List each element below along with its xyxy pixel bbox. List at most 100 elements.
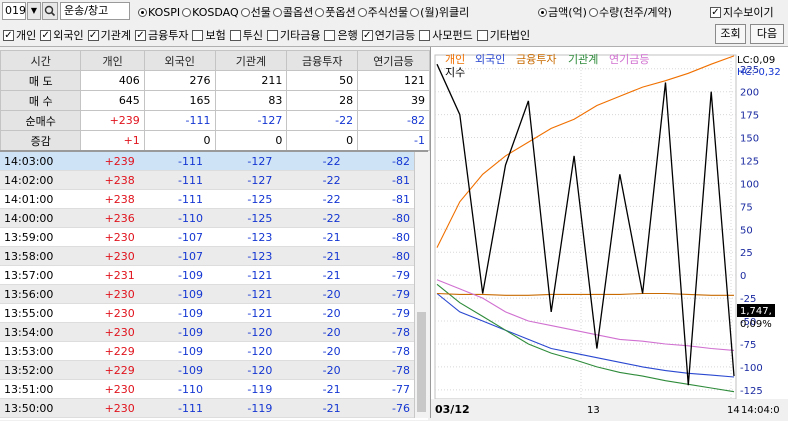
chart-panel[interactable]: 225 200 175 150 125 100 75 50 25 0 -25 -50 -75 -100 -1… [430,47,788,418]
filter-7[interactable]: 은행 [324,29,358,42]
market-radio-0[interactable] [138,8,147,17]
filter-checkbox-3[interactable] [135,30,146,41]
row-time: 13:51:00 [0,379,78,399]
unit-option-0[interactable]: 금액(억) [538,6,587,19]
search-icon [44,5,56,17]
row-value: -80 [344,227,414,247]
filter-checkbox-5[interactable] [229,30,241,41]
row-value: -109 [138,360,207,380]
filter-5[interactable]: 투신 [229,29,263,42]
table-row[interactable]: 13:55:00 +230 -109 -121 -20 -79 [0,303,414,323]
table-row[interactable]: 13:59:00 +230 -107 -123 -21 -80 [0,227,414,247]
summary-cell: +239 [80,110,145,131]
code-input[interactable]: 019 [2,2,26,20]
summary-header-row: 시간 개인 외국인 기관계 금융투자 연기금등 [0,50,430,71]
unit-option-1[interactable]: 수량(천주/계약) [588,6,672,19]
market-radio-3[interactable] [272,8,282,17]
list-scrollbar[interactable] [414,152,429,418]
unit-radio-0[interactable] [538,8,547,17]
minute-list[interactable]: 14:03:00 +239 -111 -127 -22 -82 14:02:00 +238 -1… [0,150,428,420]
code-dropdown-button[interactable]: ▼ [27,2,41,20]
market-option-2[interactable]: 선물 [240,6,271,19]
query-button[interactable]: 조회 [715,24,746,44]
filter-checkbox-9[interactable] [419,30,431,41]
row-value: -22 [276,189,345,209]
table-row[interactable]: 13:58:00 +230 -107 -123 -21 -80 [0,246,414,266]
row-value: -22 [276,152,345,171]
filter-checkbox-4[interactable] [192,30,204,41]
filter-6[interactable]: 기타금융 [266,29,320,42]
legend-entry: 기관계 [568,53,598,66]
summary-cell: 121 [357,70,430,91]
market-option-1[interactable]: KOSDAQ [182,6,239,19]
filter-9[interactable]: 사모펀드 [419,29,473,42]
index-show-toggle[interactable]: 지수보이기 [710,4,774,20]
row-value: -20 [276,303,345,323]
summary-cell: 50 [286,70,359,91]
row-value: -111 [138,152,207,171]
row-value: -111 [138,398,207,418]
table-row[interactable]: 14:02:00 +238 -111 -127 -22 -81 [0,170,414,190]
table-row[interactable]: 13:52:00 +229 -109 -120 -20 -78 [0,360,414,380]
table-row[interactable]: 13:54:00 +230 -109 -120 -20 -78 [0,322,414,342]
search-button[interactable] [42,2,58,20]
market-radio-5[interactable] [357,8,367,17]
index-show-checkbox[interactable] [710,7,721,18]
row-value: +231 [77,265,139,285]
row-time: 13:53:00 [0,341,78,361]
filter-checkbox-2[interactable] [87,30,99,41]
filter-3[interactable]: 금융투자 [135,29,188,42]
row-value: -78 [344,322,414,342]
market-option-6[interactable]: (월)위클리 [410,6,469,19]
row-value: +230 [77,398,139,418]
market-label-2: 선물 [250,6,271,19]
filter-1[interactable]: 외국인 [40,29,84,42]
table-row[interactable]: 14:01:00 +238 -111 -125 -22 -81 [0,189,414,209]
filter-checkbox-6[interactable] [266,30,278,41]
next-button[interactable]: 다음 [750,24,784,44]
filter-8[interactable]: 연기금등 [361,29,415,42]
row-value: +236 [77,208,139,228]
table-row[interactable]: 13:50:00 +230 -111 -119 -21 -76 [0,398,414,418]
filter-label-1: 외국인 [53,29,84,42]
market-option-5[interactable]: 주식선물 [357,6,408,19]
list-scrollbar-thumb[interactable] [417,312,426,412]
chevron-down-icon: ▼ [30,6,38,15]
filter-4[interactable]: 보험 [192,29,226,42]
row-value: -81 [344,170,414,190]
row-value: +230 [77,303,139,323]
unit-radio-1[interactable] [588,8,598,17]
filter-checkbox-10[interactable] [476,30,488,41]
filter-label-4: 보험 [205,29,226,42]
row-time: 13:54:00 [0,322,78,342]
header-individual: 개인 [80,50,145,71]
market-option-4[interactable]: 풋옵션 [315,6,356,19]
table-row[interactable]: 13:51:00 +230 -110 -119 -21 -77 [0,379,414,399]
market-radio-4[interactable] [315,8,325,17]
table-row[interactable]: 14:03:00 +239 -111 -127 -22 -82 [0,152,414,171]
table-row[interactable]: 13:56:00 +230 -109 -121 -20 -79 [0,284,414,304]
table-row[interactable]: 14:00:00 +236 -110 -125 -22 -80 [0,208,414,228]
y-tick-label: 25 [740,248,753,259]
filter-10[interactable]: 기타법인 [476,29,530,42]
table-row[interactable]: 13:57:00 +231 -109 -121 -21 -79 [0,265,414,285]
row-value: -127 [206,152,277,171]
market-label-0: KOSPI [148,6,181,19]
market-radio-1[interactable] [182,8,192,17]
market-option-3[interactable]: 콜옵션 [272,6,313,19]
filter-0[interactable]: 개인 [3,29,36,42]
market-radio-6[interactable] [410,8,420,17]
row-value: -78 [344,360,414,380]
unit-label-0: 금액(억) [548,6,587,19]
summary-cell: 165 [143,90,216,111]
market-radio-2[interactable] [240,8,250,17]
row-value: -82 [344,152,414,171]
filter-checkbox-7[interactable] [324,30,336,41]
market-option-0[interactable]: KOSPI [138,6,180,19]
filter-checkbox-0[interactable] [3,30,14,41]
summary-row: 순매수 +239 -111 -127 -22 -82 [0,110,430,131]
filter-checkbox-8[interactable] [361,30,373,41]
table-row[interactable]: 13:53:00 +229 -109 -120 -20 -78 [0,341,414,361]
filter-2[interactable]: 기관계 [87,29,131,42]
filter-checkbox-1[interactable] [40,30,52,41]
